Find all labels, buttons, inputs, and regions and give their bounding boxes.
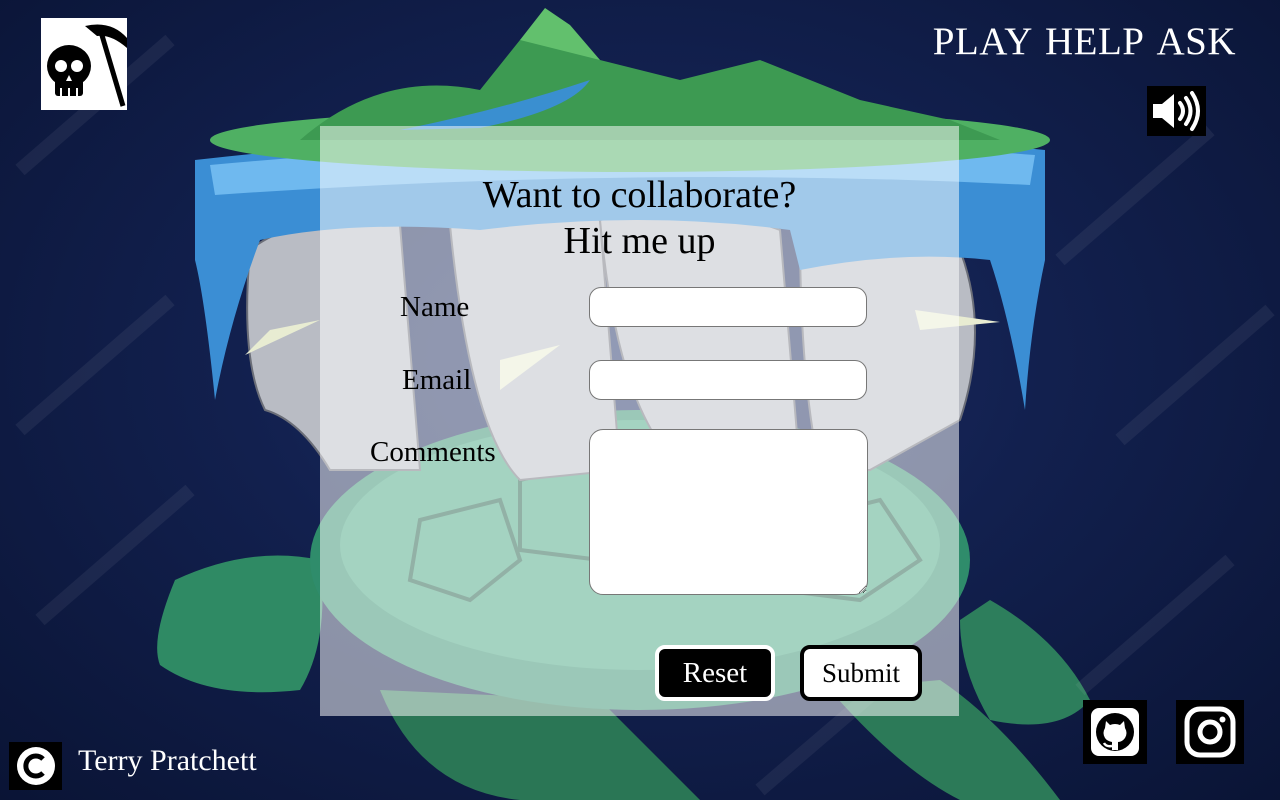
author-credit: Terry Pratchett — [78, 744, 257, 777]
email-label: Email — [402, 364, 472, 396]
github-link[interactable] — [1083, 700, 1147, 764]
nav-help-link[interactable]: HELP — [1045, 18, 1145, 66]
sound-toggle-button[interactable] — [1147, 86, 1206, 136]
comments-textarea[interactable] — [589, 429, 868, 595]
email-field[interactable] — [589, 360, 867, 400]
name-label: Name — [400, 291, 470, 323]
form-title: Want to collaborate? Hit me up — [320, 172, 959, 264]
main-nav: PLAY HELP ASK — [933, 18, 1236, 66]
instagram-link[interactable] — [1176, 700, 1244, 764]
contact-form-panel: Want to collaborate? Hit me up Name Emai… — [320, 126, 959, 716]
nav-play-link[interactable]: PLAY — [933, 18, 1033, 66]
site-logo[interactable] — [41, 18, 127, 110]
name-field[interactable] — [589, 287, 867, 327]
copyright-icon — [16, 747, 55, 785]
form-title-line2: Hit me up — [563, 220, 716, 262]
comments-label: Comments — [370, 436, 496, 468]
instagram-icon — [1184, 706, 1236, 758]
copyright-badge — [9, 742, 62, 790]
submit-button[interactable]: Submit — [800, 645, 922, 701]
skull-scythe-icon — [41, 18, 127, 110]
nav-ask-link[interactable]: ASK — [1156, 18, 1236, 66]
reset-button[interactable]: Reset — [655, 645, 775, 701]
form-title-line1: Want to collaborate? — [482, 174, 797, 216]
speaker-volume-icon — [1152, 91, 1200, 131]
github-icon — [1091, 708, 1139, 756]
